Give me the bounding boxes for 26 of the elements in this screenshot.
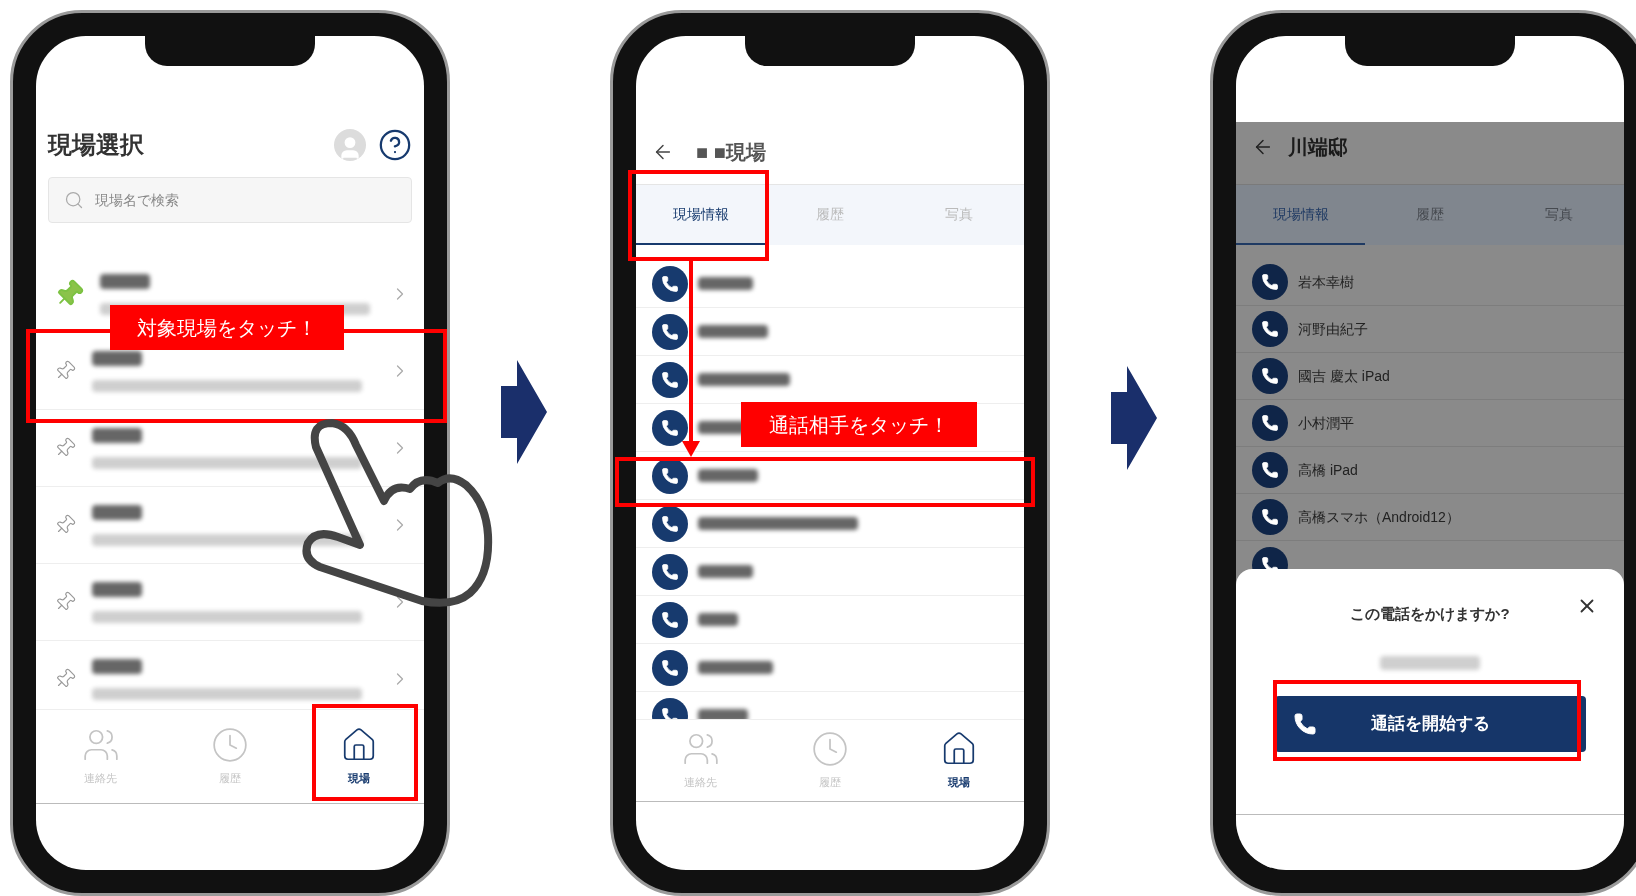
callout-tooltip: 通話相手をタッチ！ [741, 402, 977, 447]
contact-name: 小村潤平 [1298, 413, 1354, 433]
contact-row[interactable]: 國吉 慶太 iPad [1236, 353, 1624, 400]
start-call-button[interactable]: 通話を開始する [1274, 695, 1586, 752]
contact-row[interactable]: 高橋スマホ（Android12） [1236, 494, 1624, 541]
contact-name: 高橋 iPad [1298, 460, 1358, 480]
contact-name: 河野由紀子 [1298, 319, 1368, 339]
contact-row[interactable]: 高橋 iPad [1236, 447, 1624, 494]
screen-title: 現場選択 [48, 130, 145, 160]
search-field[interactable]: 現場名で検索 [48, 177, 412, 223]
nav-tab[interactable]: 現場 [294, 710, 424, 803]
contact-name: 國吉 慶太 iPad [1298, 366, 1390, 386]
contact-row[interactable]: 岩本幸樹 [1236, 259, 1624, 306]
dialog-question: この電話をかけますか? [1350, 604, 1510, 624]
tab[interactable]: 履歴 [1365, 185, 1495, 245]
callout-tooltip: 対象現場をタッチ！ [110, 305, 344, 350]
tab[interactable]: 写真 [1494, 185, 1624, 245]
tab[interactable]: 現場情報 [1236, 185, 1366, 245]
contact-row[interactable]: 河野由紀子 [1236, 306, 1624, 353]
contact-row[interactable]: 小村潤平 [1236, 400, 1624, 447]
screen-title: 川端邸 [1288, 135, 1348, 160]
nav-tab[interactable]: 現場 [894, 720, 1024, 801]
screen-title: ■ ■現場 [696, 140, 766, 165]
contact-name: 高橋スマホ（Android12） [1298, 507, 1460, 527]
contact-name: 岩本幸樹 [1298, 272, 1354, 292]
tab[interactable]: 現場情報 [636, 185, 766, 245]
